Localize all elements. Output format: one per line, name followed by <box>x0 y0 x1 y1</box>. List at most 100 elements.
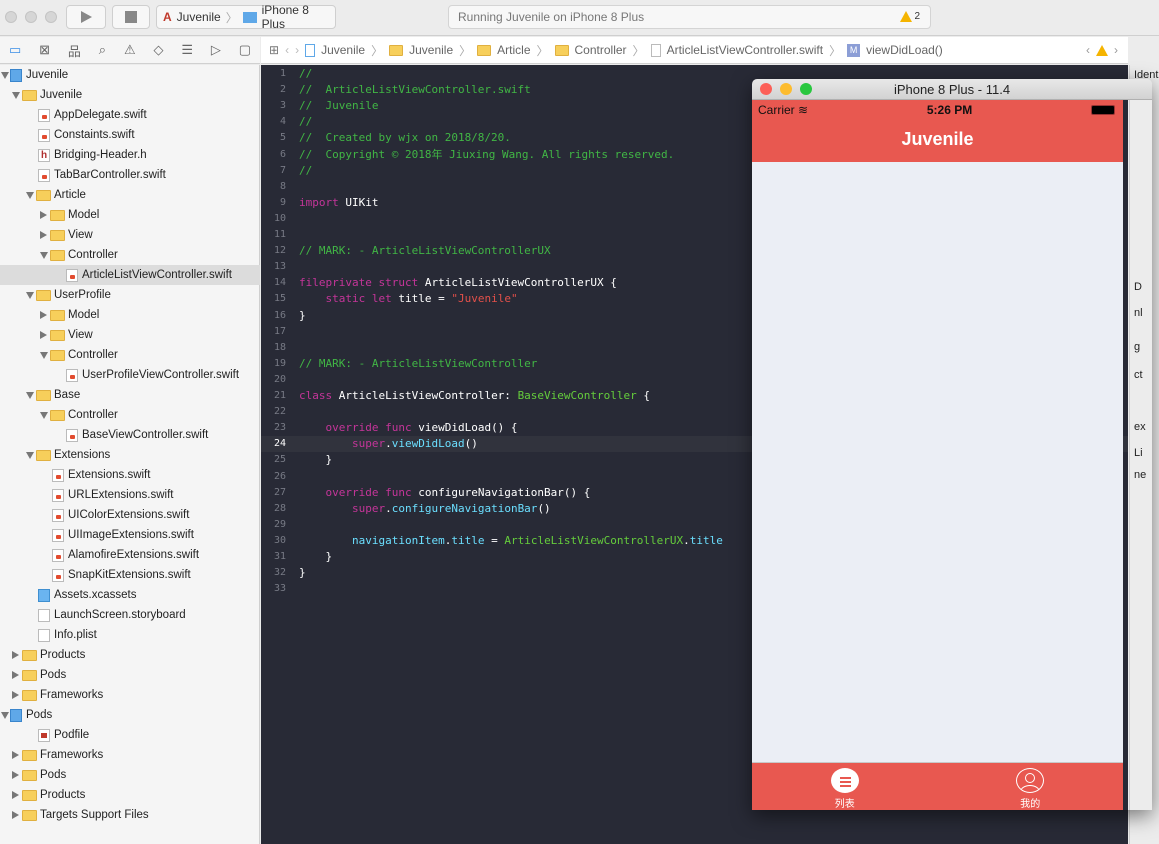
swift-file-icon <box>52 569 64 582</box>
tree-item[interactable]: Juvenile <box>0 85 260 105</box>
tree-item[interactable]: Base <box>0 385 260 405</box>
tree-item[interactable]: Frameworks <box>0 685 260 705</box>
tree-item[interactable]: SnapKitExtensions.swift <box>0 565 260 585</box>
tree-item[interactable]: Info.plist <box>0 625 260 645</box>
line-number: 17 <box>273 325 286 337</box>
report-icon[interactable]: ☰ <box>181 42 193 58</box>
tree-item[interactable]: Model <box>0 205 260 225</box>
tree-item[interactable]: Extensions <box>0 445 260 465</box>
disclosure-closed-icon[interactable] <box>12 671 19 679</box>
disclosure-open-icon[interactable] <box>26 192 34 199</box>
tree-item[interactable]: AlamofireExtensions.swift <box>0 545 260 565</box>
tree-item[interactable]: Article <box>0 185 260 205</box>
disclosure-closed-icon[interactable] <box>12 691 19 699</box>
back-button[interactable]: ‹ <box>285 43 289 57</box>
warning-count[interactable]: 2 <box>914 11 920 22</box>
prev-issue-button[interactable]: ‹ <box>1086 43 1090 57</box>
disclosure-open-icon[interactable] <box>26 392 34 399</box>
tree-item[interactable]: Juvenile <box>0 65 260 85</box>
folder-icon <box>50 210 65 221</box>
disclosure-open-icon[interactable] <box>26 452 34 459</box>
jump-item[interactable]: Juvenile <box>321 43 365 57</box>
tree-item[interactable]: UserProfile <box>0 285 260 305</box>
zoom-button[interactable] <box>800 83 812 95</box>
disclosure-closed-icon[interactable] <box>12 751 19 759</box>
warning-icon[interactable] <box>1096 44 1108 56</box>
tree-item[interactable]: Controller <box>0 345 260 365</box>
tree-item[interactable]: AppDelegate.swift <box>0 105 260 125</box>
jump-item[interactable]: Controller <box>575 43 627 57</box>
tree-item[interactable]: Targets Support Files <box>0 805 260 825</box>
disclosure-open-icon[interactable] <box>40 252 48 259</box>
warning-icon[interactable]: ⚠ <box>124 42 136 58</box>
tree-item[interactable]: Controller <box>0 245 260 265</box>
tree-item[interactable]: Pods <box>0 705 260 725</box>
scheme-selector[interactable]: A Juvenile 〉 iPhone 8 Plus <box>156 3 336 31</box>
disclosure-closed-icon[interactable] <box>12 771 19 779</box>
tree-item[interactable]: UserProfileViewController.swift <box>0 365 260 385</box>
tree-item[interactable]: Pods <box>0 665 260 685</box>
source-control-icon[interactable]: ⊠ <box>39 42 50 58</box>
disclosure-closed-icon[interactable] <box>40 311 47 319</box>
tree-item[interactable]: Products <box>0 785 260 805</box>
close-button[interactable] <box>760 83 772 95</box>
tree-item[interactable]: View <box>0 325 260 345</box>
jump-item[interactable]: ArticleListViewController.swift <box>667 43 824 57</box>
tree-item[interactable]: Assets.xcassets <box>0 585 260 605</box>
tab-profile[interactable]: 我的 <box>938 763 1124 810</box>
tree-item-label: Juvenile <box>40 89 83 101</box>
tree-item[interactable]: TabBarController.swift <box>0 165 260 185</box>
jump-item[interactable]: Article <box>497 43 530 57</box>
tree-item[interactable]: UIImageExtensions.swift <box>0 525 260 545</box>
tree-item[interactable]: LaunchScreen.storyboard <box>0 605 260 625</box>
disclosure-open-icon[interactable] <box>1 712 9 719</box>
tree-item[interactable]: Model <box>0 305 260 325</box>
disclosure-open-icon[interactable] <box>40 352 48 359</box>
tab-list[interactable]: 列表 <box>752 763 938 810</box>
close-window-button[interactable] <box>5 11 17 23</box>
tree-item[interactable]: Podfile <box>0 725 260 745</box>
minimize-button[interactable] <box>780 83 792 95</box>
disclosure-closed-icon[interactable] <box>40 331 47 339</box>
tree-item[interactable]: URLExtensions.swift <box>0 485 260 505</box>
disclosure-closed-icon[interactable] <box>12 791 19 799</box>
tree-item[interactable]: Frameworks <box>0 745 260 765</box>
jump-item[interactable]: viewDidLoad() <box>866 43 943 57</box>
tree-item[interactable]: UIColorExtensions.swift <box>0 505 260 525</box>
code-token: ArticleListViewControllerUX { <box>418 276 617 290</box>
tree-item[interactable]: h Bridging-Header.h <box>0 145 260 165</box>
code-token: super <box>351 437 386 451</box>
tag-icon[interactable]: ▷ <box>211 42 221 58</box>
disclosure-closed-icon[interactable] <box>12 811 19 819</box>
related-items-icon[interactable]: ⊞ <box>269 43 279 57</box>
tree-item[interactable]: View <box>0 225 260 245</box>
search-icon[interactable]: ⌕ <box>99 42 106 58</box>
folder-icon[interactable]: ▭ <box>9 42 21 58</box>
minimize-window-button[interactable] <box>25 11 37 23</box>
disclosure-closed-icon[interactable] <box>12 651 19 659</box>
stop-button[interactable] <box>112 5 150 29</box>
tree-item[interactable]: Controller <box>0 405 260 425</box>
tree-item[interactable]: ArticleListViewController.swift <box>0 265 260 285</box>
disclosure-open-icon[interactable] <box>26 292 34 299</box>
tree-item[interactable]: Pods <box>0 765 260 785</box>
disclosure-open-icon[interactable] <box>40 412 48 419</box>
forward-button[interactable]: › <box>295 43 299 57</box>
disclosure-closed-icon[interactable] <box>40 211 47 219</box>
code-token: override func <box>325 485 412 499</box>
jump-item[interactable]: Juvenile <box>409 43 453 57</box>
run-button[interactable] <box>66 5 106 29</box>
hierarchy-icon[interactable]: 品 <box>68 41 81 60</box>
disclosure-closed-icon[interactable] <box>40 231 47 239</box>
tree-item[interactable]: BaseViewController.swift <box>0 425 260 445</box>
breakpoint-icon[interactable]: ◇ <box>153 42 163 58</box>
next-issue-button[interactable]: › <box>1114 43 1118 57</box>
tree-item[interactable]: Extensions.swift <box>0 465 260 485</box>
tree-item[interactable]: Products <box>0 645 260 665</box>
tree-item[interactable]: Constaints.swift <box>0 125 260 145</box>
disclosure-open-icon[interactable] <box>1 72 9 79</box>
disclosure-open-icon[interactable] <box>12 92 20 99</box>
zoom-window-button[interactable] <box>45 11 57 23</box>
comment-icon[interactable]: ▢ <box>239 42 251 58</box>
